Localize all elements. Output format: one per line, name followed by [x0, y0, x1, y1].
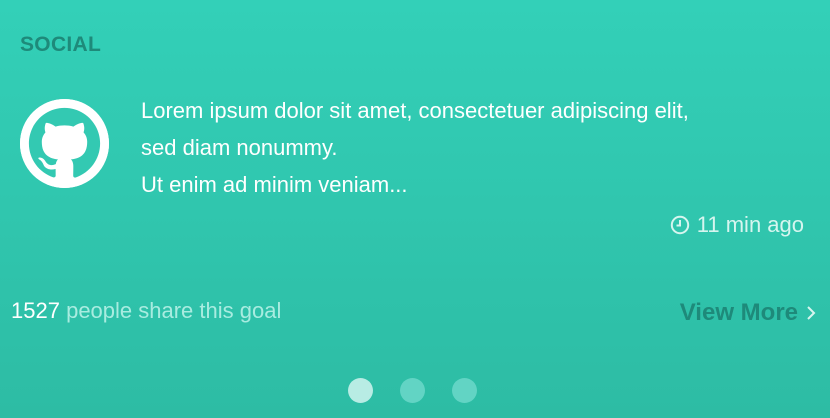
- view-more-link[interactable]: View More: [680, 299, 818, 327]
- timestamp: 11 min ago: [670, 212, 804, 238]
- pagination-dot-1[interactable]: [348, 378, 373, 403]
- message-line: Lorem ipsum dolor sit amet, consectetuer…: [141, 98, 689, 123]
- message-line: Ut enim ad minim veniam...: [141, 172, 408, 197]
- share-text: people share this goal: [66, 298, 282, 323]
- view-more-label[interactable]: View More: [680, 299, 798, 327]
- github-icon: [20, 99, 109, 188]
- share-count: 1527: [11, 298, 60, 323]
- pagination-dot-2[interactable]: [400, 378, 425, 403]
- post-message: Lorem ipsum dolor sit amet, consectetuer…: [141, 92, 821, 203]
- pagination-dot-3[interactable]: [452, 378, 477, 403]
- timestamp-text: 11 min ago: [696, 212, 804, 237]
- share-summary: 1527 people share this goal: [11, 298, 281, 324]
- message-line: sed diam nonummy.: [141, 135, 338, 160]
- clock-icon: [670, 215, 689, 235]
- section-label: SOCIAL: [20, 33, 102, 56]
- social-card: SOCIAL Lorem ipsum dolor sit amet, conse…: [0, 0, 830, 418]
- avatar: [20, 99, 109, 188]
- pagination-dots: [0, 378, 830, 404]
- chevron-right-icon: [807, 306, 816, 320]
